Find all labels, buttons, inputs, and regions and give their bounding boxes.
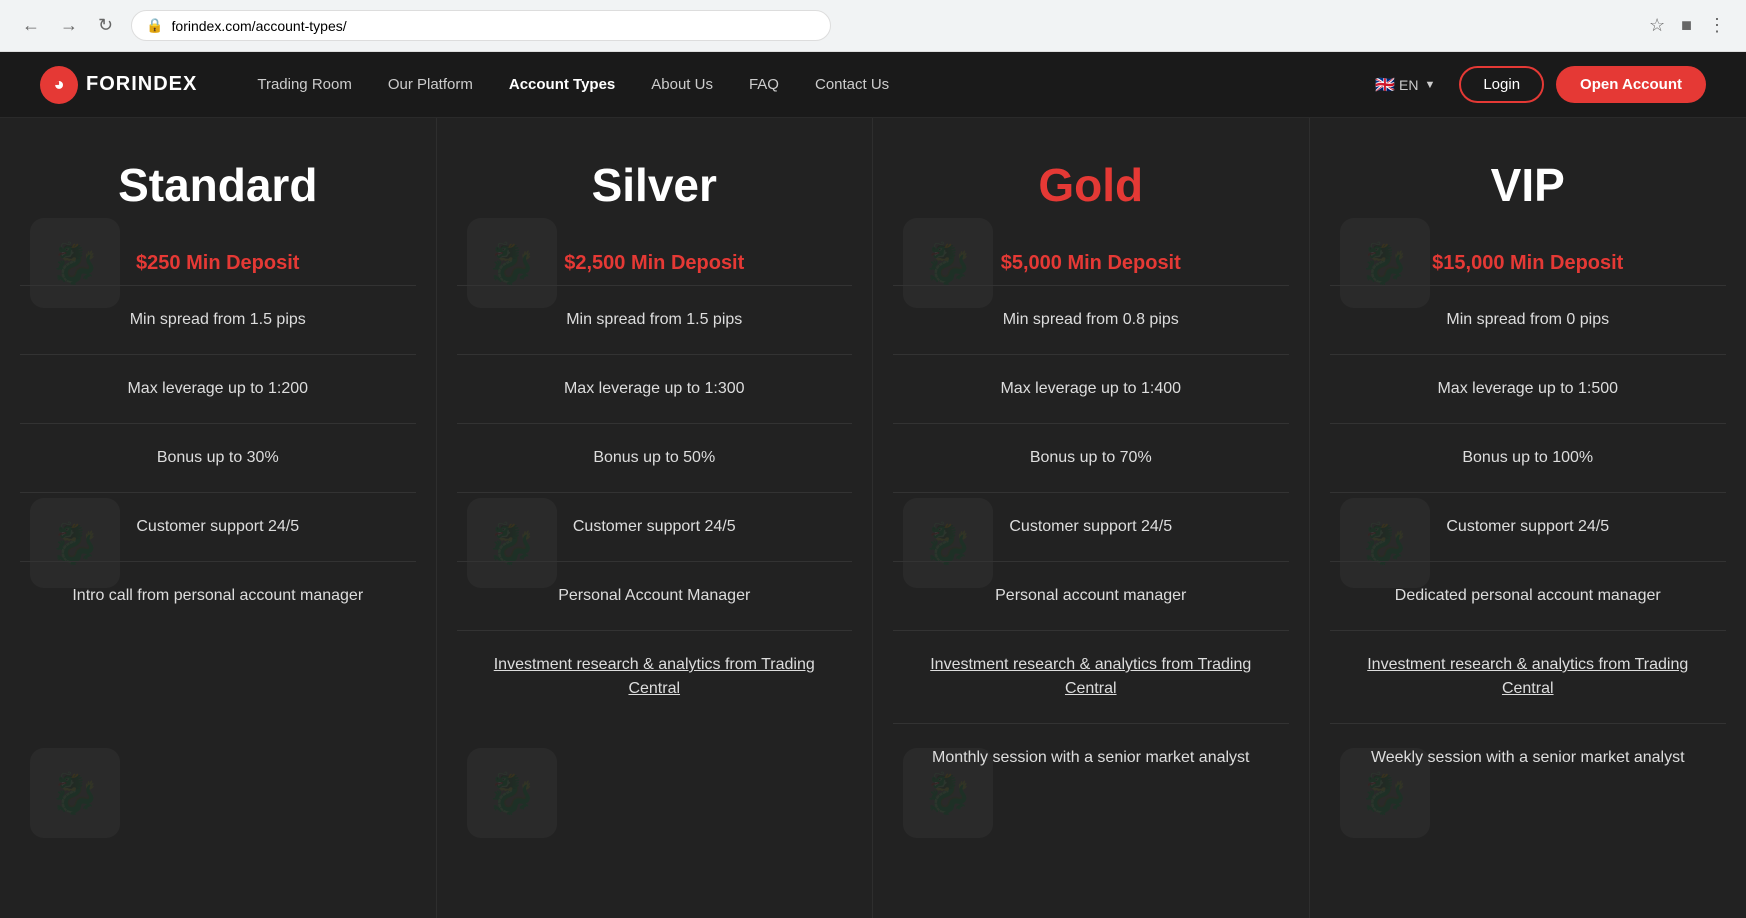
bookmark-icon[interactable]: ☆: [1645, 11, 1669, 40]
forward-button[interactable]: →: [54, 11, 84, 40]
card-header-silver: Silver: [437, 118, 873, 232]
card-title-gold: Gold: [893, 158, 1289, 212]
nav-contact-us[interactable]: Contact Us: [815, 76, 889, 93]
account-card-standard: 🐉🐉🐉Standard$250 Min DepositMin spread fr…: [0, 118, 437, 918]
feature-item-gold-6: Monthly session with a senior market ana…: [893, 723, 1289, 792]
feature-item-vip-4: Dedicated personal account manager: [1330, 561, 1727, 630]
main-content: 🐉🐉🐉Standard$250 Min DepositMin spread fr…: [0, 118, 1746, 918]
chevron-down-icon: ▼: [1424, 79, 1435, 91]
feature-item-silver-3: Customer support 24/5: [457, 492, 853, 561]
feature-item-silver-5: Investment research & analytics from Tra…: [457, 630, 853, 723]
feature-item-silver-1: Max leverage up to 1:300: [457, 354, 853, 423]
feature-item-vip-1: Max leverage up to 1:500: [1330, 354, 1727, 423]
card-title-standard: Standard: [20, 158, 416, 212]
feature-item-standard-2: Bonus up to 30%: [20, 423, 416, 492]
feature-item-silver-2: Bonus up to 50%: [457, 423, 853, 492]
card-deposit-gold: $5,000 Min Deposit: [1001, 252, 1181, 275]
feature-item-gold-3: Customer support 24/5: [893, 492, 1289, 561]
account-card-silver: 🐉🐉🐉Silver$2,500 Min DepositMin spread fr…: [437, 118, 874, 918]
nav-our-platform[interactable]: Our Platform: [388, 76, 473, 93]
language-label: EN: [1399, 77, 1418, 93]
flag-icon: 🇬🇧: [1375, 75, 1395, 95]
nav-faq[interactable]: FAQ: [749, 76, 779, 93]
nav-about-us[interactable]: About Us: [651, 76, 713, 93]
feature-item-vip-0: Min spread from 0 pips: [1330, 285, 1727, 354]
card-features-vip: Min spread from 0 pipsMax leverage up to…: [1310, 285, 1746, 918]
card-title-silver: Silver: [457, 158, 853, 212]
feature-link-vip-5[interactable]: Investment research & analytics from Tra…: [1367, 656, 1688, 697]
card-title-vip: VIP: [1330, 158, 1727, 212]
menu-icon[interactable]: ⋮: [1704, 11, 1730, 40]
feature-item-silver-0: Min spread from 1.5 pips: [457, 285, 853, 354]
card-deposit-silver: $2,500 Min Deposit: [564, 252, 744, 275]
feature-link-silver-5[interactable]: Investment research & analytics from Tra…: [494, 656, 815, 697]
logo-icon: ◕: [40, 66, 78, 104]
account-card-vip: 🐉🐉🐉VIP$15,000 Min DepositMin spread from…: [1310, 118, 1746, 918]
feature-item-gold-4: Personal account manager: [893, 561, 1289, 630]
logo-text: FORINDEX: [86, 73, 197, 96]
card-features-standard: Min spread from 1.5 pipsMax leverage up …: [0, 285, 436, 918]
feature-item-vip-3: Customer support 24/5: [1330, 492, 1727, 561]
nav-trading-room[interactable]: Trading Room: [257, 76, 351, 93]
card-deposit-standard: $250 Min Deposit: [136, 252, 299, 275]
browser-actions: ☆ ■ ⋮: [1645, 11, 1730, 40]
feature-item-standard-0: Min spread from 1.5 pips: [20, 285, 416, 354]
browser-chrome: ← → ↻ 🔒 ☆ ■ ⋮: [0, 0, 1746, 52]
language-selector[interactable]: 🇬🇧 EN ▼: [1375, 75, 1435, 95]
card-header-vip: VIP: [1310, 118, 1746, 232]
feature-item-standard-3: Customer support 24/5: [20, 492, 416, 561]
feature-item-standard-1: Max leverage up to 1:200: [20, 354, 416, 423]
browser-navigation: ← → ↻: [16, 11, 119, 40]
extensions-icon[interactable]: ■: [1677, 11, 1696, 40]
feature-item-gold-0: Min spread from 0.8 pips: [893, 285, 1289, 354]
open-account-button[interactable]: Open Account: [1556, 66, 1706, 103]
nav-links: Trading Room Our Platform Account Types …: [257, 76, 1375, 93]
feature-item-standard-4: Intro call from personal account manager: [20, 561, 416, 630]
feature-item-vip-6: Weekly session with a senior market anal…: [1330, 723, 1727, 792]
account-card-gold: 🐉🐉🐉Gold$5,000 Min DepositMin spread from…: [873, 118, 1310, 918]
url-input[interactable]: [172, 18, 817, 34]
login-button[interactable]: Login: [1459, 66, 1544, 103]
card-header-standard: Standard: [0, 118, 436, 232]
card-features-silver: Min spread from 1.5 pipsMax leverage up …: [437, 285, 873, 918]
back-button[interactable]: ←: [16, 11, 46, 40]
url-security-icon: 🔒: [146, 17, 163, 34]
feature-link-gold-5[interactable]: Investment research & analytics from Tra…: [930, 656, 1251, 697]
logo[interactable]: ◕ FORINDEX: [40, 66, 197, 104]
card-header-gold: Gold: [873, 118, 1309, 232]
url-bar[interactable]: 🔒: [131, 10, 831, 41]
nav-buttons: Login Open Account: [1459, 66, 1706, 103]
refresh-button[interactable]: ↻: [92, 11, 119, 40]
feature-item-silver-4: Personal Account Manager: [457, 561, 853, 630]
feature-item-gold-2: Bonus up to 70%: [893, 423, 1289, 492]
feature-item-vip-5: Investment research & analytics from Tra…: [1330, 630, 1727, 723]
navbar: ◕ FORINDEX Trading Room Our Platform Acc…: [0, 52, 1746, 118]
feature-item-vip-2: Bonus up to 100%: [1330, 423, 1727, 492]
card-deposit-vip: $15,000 Min Deposit: [1432, 252, 1623, 275]
feature-item-gold-5: Investment research & analytics from Tra…: [893, 630, 1289, 723]
card-features-gold: Min spread from 0.8 pipsMax leverage up …: [873, 285, 1309, 918]
feature-item-gold-1: Max leverage up to 1:400: [893, 354, 1289, 423]
account-cards-grid: 🐉🐉🐉Standard$250 Min DepositMin spread fr…: [0, 118, 1746, 918]
nav-account-types[interactable]: Account Types: [509, 76, 615, 93]
